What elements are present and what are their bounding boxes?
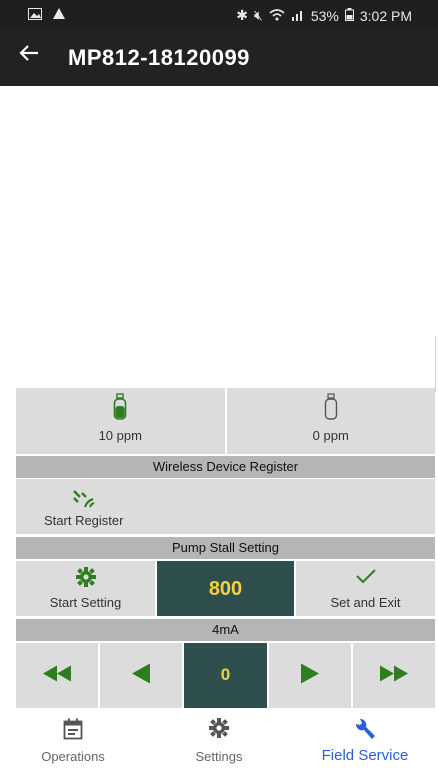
gas-reading-2[interactable]: 0 ppm	[226, 388, 435, 454]
gear-icon	[75, 567, 96, 590]
back-arrow-icon[interactable]	[18, 42, 40, 72]
current-value[interactable]: 0	[184, 643, 267, 708]
status-bar: ✱ 🔇︎ 53% 3:02 PM	[0, 0, 438, 30]
gas-cylinder-filled-icon	[113, 393, 127, 426]
signal-icon	[291, 8, 305, 24]
tab-field-service[interactable]: Field Service	[292, 712, 438, 769]
current-header: 4mA	[16, 619, 435, 641]
start-setting-label: Start Setting	[49, 595, 122, 610]
mute-icon: 🔇︎	[254, 7, 263, 23]
tab-field-service-label: Field Service	[321, 747, 409, 764]
gas-value-1: 10 ppm	[98, 428, 142, 443]
image-icon	[28, 7, 42, 23]
pump-stall-value[interactable]: 800	[157, 561, 294, 616]
start-setting-button[interactable]: Start Setting	[16, 561, 155, 616]
gas-cylinder-empty-icon	[324, 393, 338, 426]
decrease-button[interactable]	[100, 643, 183, 708]
fast-decrease-button[interactable]	[16, 643, 99, 708]
pump-stall-value-text: 800	[208, 578, 243, 600]
wifi-icon	[269, 8, 285, 24]
tab-operations[interactable]: Operations	[0, 712, 146, 769]
bluetooth-icon: ✱	[236, 7, 248, 23]
gas-value-2: 0 ppm	[312, 428, 349, 443]
clock: 3:02 PM	[359, 7, 412, 24]
current-adjust-row: 0	[16, 643, 436, 708]
gas-readings: 10 ppm 0 ppm	[16, 388, 435, 454]
triangle-left-icon	[131, 662, 151, 689]
page-title: MP812-18120099	[68, 45, 250, 70]
gas-reading-1[interactable]: 10 ppm	[16, 388, 225, 454]
battery-percent: 53%	[310, 7, 339, 24]
pump-stall-header: Pump Stall Setting	[16, 537, 435, 559]
current-value-text: 0	[220, 665, 231, 684]
start-register-label: Start Register	[44, 513, 124, 528]
checkmark-icon	[355, 567, 377, 588]
set-and-exit-button[interactable]: Set and Exit	[296, 561, 435, 616]
gear-icon	[209, 718, 229, 743]
tab-settings[interactable]: Settings	[146, 712, 292, 769]
increase-button[interactable]	[268, 643, 351, 708]
bottom-navigation: Operations Settings Field Service	[0, 712, 438, 769]
battery-icon	[344, 7, 354, 24]
rewind-icon	[42, 664, 72, 687]
tab-settings-label: Settings	[195, 749, 243, 764]
warning-icon	[52, 7, 66, 23]
wrench-icon	[353, 718, 377, 747]
triangle-right-icon	[300, 662, 320, 689]
fast-increase-button[interactable]	[352, 643, 436, 708]
pump-stall-row: Start Setting 800 Set and Exit	[16, 561, 435, 616]
tab-operations-label: Operations	[41, 749, 105, 764]
wireless-signal-icon	[72, 487, 98, 514]
set-and-exit-label: Set and Exit	[330, 595, 401, 610]
app-bar: MP812-18120099	[0, 30, 438, 86]
calendar-icon	[63, 718, 83, 745]
content-area	[0, 86, 438, 386]
fast-forward-icon	[379, 664, 409, 687]
wireless-header: Wireless Device Register	[16, 456, 435, 478]
start-register-button[interactable]: Start Register	[16, 479, 435, 534]
